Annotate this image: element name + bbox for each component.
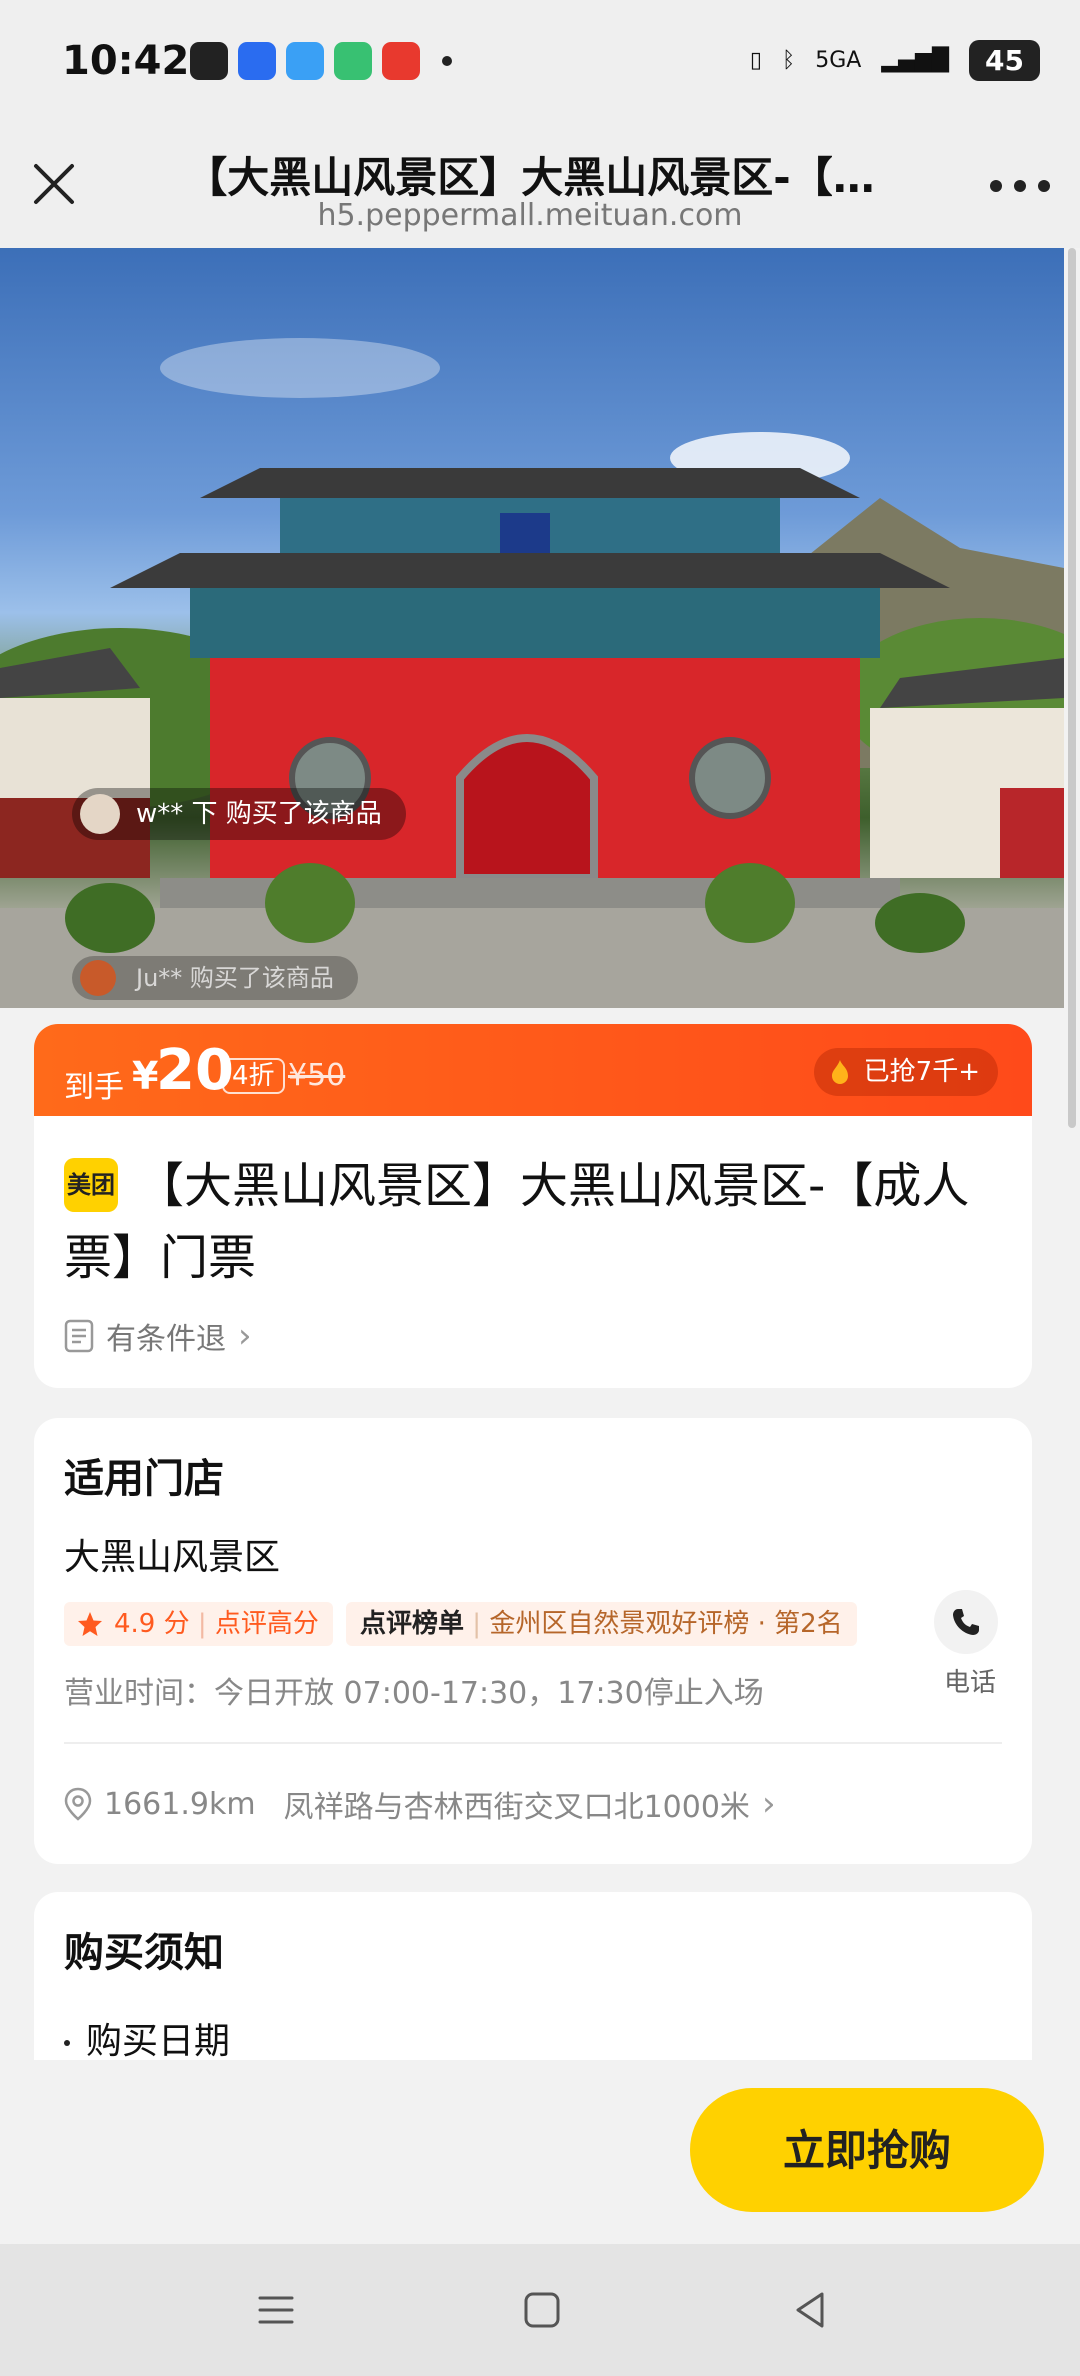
browser-nav-bar: 【大黑山风景区】大黑山风景区-【… h5.peppermall.meituan.…	[0, 120, 1080, 248]
flame-icon	[831, 1060, 848, 1084]
star-icon	[78, 1612, 102, 1636]
document-icon	[64, 1319, 94, 1353]
buy-now-button[interactable]: 立即抢购	[690, 2088, 1044, 2212]
status-indicators: ▯ ᛒ 5GA ▂▄▆█ 45	[750, 40, 1040, 81]
notice-item: 购买日期	[64, 2012, 230, 2064]
price-bar: 到手 ¥ 20 4折 ¥50 已抢7千+	[34, 1024, 1032, 1120]
store-card: 适用门店 大黑山风景区 4.9 分 | 点评高分 点评榜单 | 金州区自然景观好…	[34, 1418, 1032, 1864]
phone-label[interactable]: 电话	[944, 1662, 996, 1699]
buyer-avatar	[80, 794, 120, 834]
back-icon[interactable]	[788, 2288, 832, 2332]
bullet-icon	[64, 2040, 70, 2046]
bluetooth-icon: ᛒ	[782, 48, 796, 73]
app-icon-blue	[238, 42, 276, 80]
home-icon[interactable]	[520, 2288, 564, 2332]
page-url: h5.peppermall.meituan.com	[317, 198, 743, 233]
divider	[64, 1742, 1002, 1744]
buyer-notice: w** 下 购买了该商品	[72, 788, 406, 840]
close-icon[interactable]	[30, 160, 78, 208]
address-row[interactable]: 1661.9km 凤祥路与杏林西街交叉口北1000米 ›	[64, 1782, 776, 1826]
address: 凤祥路与杏林西街交叉口北1000米	[283, 1790, 750, 1825]
original-price: ¥50	[288, 1058, 346, 1093]
hero-image[interactable]: w** 下 购买了该商品 Ju** 购买了该商品	[0, 248, 1064, 1008]
product-title-card: 美团 【大黑山风景区】大黑山风景区-【成人票】门票 有条件退 ›	[34, 1116, 1032, 1388]
network-type: 5GA	[815, 48, 862, 73]
temple-illustration	[0, 338, 1064, 1008]
product-title: 【大黑山风景区】大黑山风景区-【成人票】门票	[64, 1158, 970, 1286]
system-nav-bar	[0, 2244, 1080, 2376]
signal-icon: ▂▄▆█	[881, 48, 950, 73]
location-pin-icon	[64, 1787, 92, 1821]
app-icon-red	[382, 42, 420, 80]
refund-policy-link[interactable]: 有条件退 ›	[64, 1314, 252, 1358]
buyer-avatar	[80, 960, 116, 996]
ranking-tag[interactable]: 点评榜单 | 金州区自然景观好评榜 · 第2名	[346, 1602, 857, 1646]
notification-icons	[190, 42, 452, 80]
refund-policy-label: 有条件退	[106, 1322, 226, 1357]
opening-hours: 营业时间：今日开放 07:00-17:30，17:30停止入场	[64, 1676, 764, 1711]
vibrate-icon: ▯	[749, 48, 763, 73]
store-section-title: 适用门店	[64, 1456, 224, 1502]
page-title: 【大黑山风景区】大黑山风景区-【…	[185, 153, 875, 202]
distance: 1661.9km	[104, 1786, 256, 1822]
phone-icon	[953, 1609, 979, 1635]
store-name[interactable]: 大黑山风景区	[64, 1528, 280, 1580]
more-options-icon[interactable]	[990, 180, 1050, 194]
phone-button[interactable]	[934, 1590, 998, 1654]
chevron-right-icon: ›	[761, 1784, 776, 1824]
rating-tag[interactable]: 4.9 分 | 点评高分	[64, 1602, 333, 1646]
bottom-action-bar: 立即抢购	[0, 2060, 1080, 2244]
currency-symbol: ¥	[132, 1054, 159, 1098]
buyer-notice-secondary: Ju** 购买了该商品	[72, 956, 358, 1000]
page-scrollbar[interactable]	[1066, 248, 1078, 1148]
status-bar: 10:42 ▯ ᛒ 5GA ▂▄▆█ 45	[0, 0, 1080, 120]
chevron-right-icon: ›	[238, 1316, 252, 1356]
status-time: 10:42	[62, 38, 190, 84]
qq-icon	[190, 42, 228, 80]
purchase-notice-card: 购买须知 购买日期	[34, 1892, 1032, 2072]
discount-badge: 4折	[222, 1058, 285, 1094]
final-price-label: 到手	[64, 1070, 124, 1105]
notice-section-title: 购买须知	[64, 1930, 224, 1976]
app-icon-lightblue	[286, 42, 324, 80]
battery-icon: 45	[969, 40, 1040, 81]
sold-count-badge: 已抢7千+	[813, 1048, 998, 1096]
menu-icon[interactable]	[254, 2288, 298, 2332]
more-notifications-dot	[442, 56, 452, 66]
app-icon-green	[334, 42, 372, 80]
